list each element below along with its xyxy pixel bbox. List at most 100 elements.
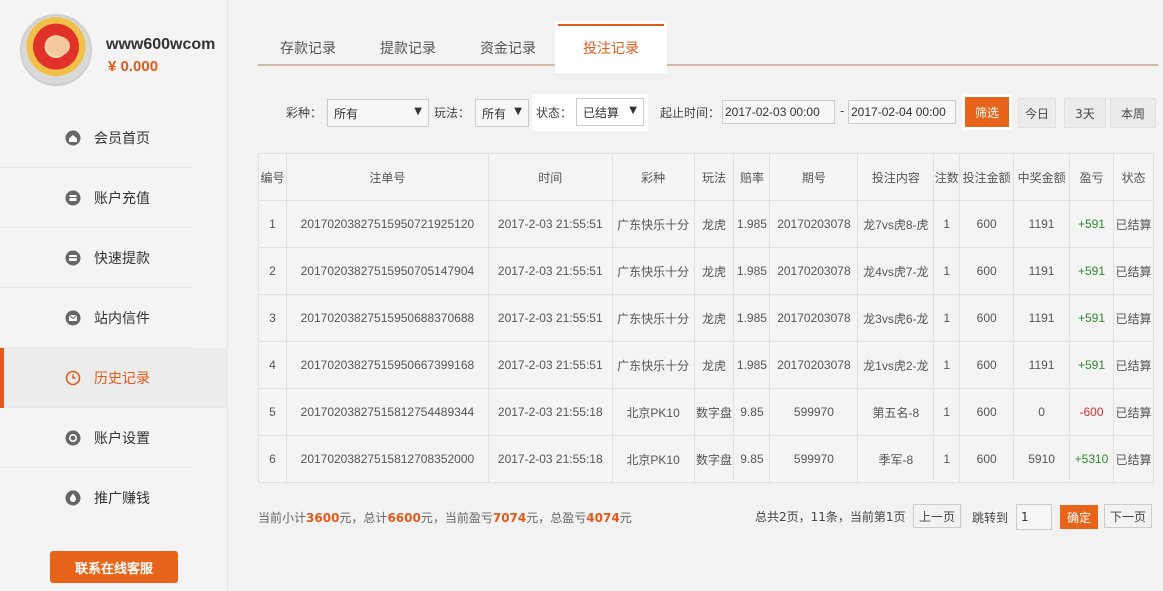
- table-cell: 20170203827515950721925120: [285, 200, 489, 248]
- table-cell: 20170203078: [769, 247, 859, 295]
- table-cell: 1: [933, 435, 961, 483]
- column-header: 期号: [769, 153, 859, 201]
- table-cell: 0: [1013, 388, 1071, 436]
- table-row[interactable]: 3 20170203827515950688370688 2017-2-03 21:…: [258, 294, 1154, 342]
- sidebar-item-history[interactable]: 历史记录: [0, 348, 228, 408]
- table-cell: 20170203078: [769, 294, 859, 342]
- sidebar-item-label: 推广赚钱: [94, 491, 150, 507]
- today-button[interactable]: 今日: [1018, 98, 1056, 128]
- sidebar-item-home[interactable]: 会员首页: [0, 108, 192, 168]
- table-cell: 已结算: [1113, 294, 1154, 342]
- confirm-jump-button[interactable]: 确定: [1060, 505, 1098, 529]
- table-cell: 2: [258, 247, 287, 295]
- table-cell: 600: [959, 435, 1015, 483]
- page-number-input[interactable]: 1: [1016, 504, 1052, 530]
- table-cell: 1.985: [733, 247, 771, 295]
- table-cell: 龙虎: [693, 200, 735, 248]
- end-time-input[interactable]: 2017-02-04 00:00: [848, 100, 956, 124]
- play-select[interactable]: 所有 ▼: [475, 99, 529, 127]
- start-time-input[interactable]: 2017-02-03 00:00: [722, 100, 835, 124]
- column-header: 状态: [1113, 153, 1154, 201]
- gear-icon: [64, 429, 82, 447]
- lottery-select[interactable]: 所有 ▼: [327, 99, 429, 127]
- status-select[interactable]: 已结算 ▼: [576, 98, 644, 126]
- table-cell: 600: [959, 388, 1015, 436]
- table-cell: 龙虎: [693, 294, 735, 342]
- clock-icon: [64, 369, 82, 387]
- this-week-button[interactable]: 本周: [1110, 98, 1156, 128]
- money-icon: [64, 489, 82, 507]
- table-cell: 3: [258, 294, 287, 342]
- table-cell: 季军-8: [857, 435, 935, 483]
- summary-text: 元，总计: [339, 511, 388, 525]
- sidebar-item-promote[interactable]: 推广赚钱: [0, 468, 192, 528]
- table-cell: 已结算: [1113, 341, 1154, 389]
- column-header: 玩法: [693, 153, 735, 201]
- chevron-down-icon: ▼: [514, 106, 522, 117]
- avatar: [20, 14, 92, 86]
- deposit-icon: [64, 189, 82, 207]
- table-cell: 5910: [1013, 435, 1071, 483]
- chevron-down-icon: ▼: [414, 106, 422, 117]
- table-cell: 已结算: [1113, 388, 1154, 436]
- jump-label: 跳转到: [972, 511, 1009, 525]
- filter-button[interactable]: 筛选: [965, 97, 1009, 127]
- column-header: 投注金额: [959, 153, 1015, 201]
- column-header: 编号: [258, 153, 287, 201]
- table-cell: 20170203827515812708352000: [285, 435, 489, 483]
- column-header: 时间: [487, 153, 613, 201]
- table-cell: 600: [959, 247, 1015, 295]
- contact-support-button[interactable]: 联系在线客服: [50, 551, 178, 583]
- table-cell: 4: [258, 341, 287, 389]
- column-header: 中奖金额: [1013, 153, 1071, 201]
- sidebar-item-label: 会员首页: [94, 130, 150, 147]
- table-cell: 1191: [1013, 341, 1071, 389]
- sidebar-item-settings[interactable]: 账户设置: [0, 408, 192, 468]
- table-cell: -600: [1069, 388, 1114, 436]
- table-row[interactable]: 5 20170203827515812754489344 2017-2-03 21:…: [258, 388, 1154, 436]
- time-range-label: 起止时间：: [660, 106, 721, 120]
- table-cell: 龙4vs虎7-龙: [857, 247, 935, 295]
- table-cell: 广东快乐十分: [611, 247, 695, 295]
- table-cell: 9.85: [733, 388, 771, 436]
- prev-page-button[interactable]: 上一页: [913, 504, 961, 528]
- table-header-row: 编号 注单号 时间 彩种 玩法 赔率 期号 投注内容 注数 投注金额 中奖金额 盈亏 状态: [258, 153, 1154, 201]
- table-cell: 龙虎: [693, 247, 735, 295]
- table-cell: 600: [959, 341, 1015, 389]
- next-page-button[interactable]: 下一页: [1104, 504, 1152, 528]
- table-cell: +591: [1069, 247, 1114, 295]
- tab-fund-records[interactable]: 资金记录: [480, 38, 536, 58]
- table-cell: 20170203827515950705147904: [285, 247, 489, 295]
- table-row[interactable]: 4 20170203827515950667399168 2017-2-03 21:…: [258, 341, 1154, 389]
- sidebar-menu: 会员首页 账户充值 快速提款 站内信件 历史记录 账户设置 推广赚钱: [0, 108, 228, 528]
- table-cell: 9.85: [733, 435, 771, 483]
- table-row[interactable]: 2 20170203827515950705147904 2017-2-03 21:…: [258, 247, 1154, 295]
- table-cell: 600: [959, 200, 1015, 248]
- table-cell: 数字盘: [693, 388, 735, 436]
- table-cell: +591: [1069, 341, 1114, 389]
- tab-bet-records[interactable]: 投注记录: [558, 24, 664, 70]
- tab-withdraw-records[interactable]: 提款记录: [380, 38, 436, 58]
- table-row[interactable]: 1 20170203827515950721925120 2017-2-03 21:…: [258, 200, 1154, 248]
- table-row[interactable]: 6 20170203827515812708352000 2017-2-03 21:…: [258, 435, 1154, 483]
- summary-text: 当前小计: [258, 511, 307, 525]
- total-value: 6600: [387, 511, 421, 525]
- bet-summary: 当前小计3600元，总计6600元，当前盈亏7074元，总盈亏4074元: [258, 509, 632, 526]
- current-pl-value: 7074: [492, 511, 527, 525]
- tab-deposit-records[interactable]: 存款记录: [280, 38, 336, 58]
- table-cell: 1191: [1013, 247, 1071, 295]
- table-cell: 已结算: [1113, 247, 1154, 295]
- sidebar-item-label: 快速提款: [94, 250, 150, 267]
- table-cell: 1.985: [733, 294, 771, 342]
- table-body: 1 20170203827515950721925120 2017-2-03 21:…: [258, 200, 1154, 483]
- pager-info: 总共2页，11条，当前第1页: [755, 510, 906, 524]
- sidebar-item-mail[interactable]: 站内信件: [0, 288, 192, 348]
- three-days-button[interactable]: 3天: [1064, 98, 1106, 128]
- sidebar-item-withdraw[interactable]: 快速提款: [0, 228, 192, 288]
- table-cell: 2017-2-03 21:55:51: [487, 247, 613, 295]
- column-header: 盈亏: [1069, 153, 1114, 201]
- sidebar-item-deposit[interactable]: 账户充值: [0, 168, 192, 228]
- summary-text: 元，当前盈亏: [420, 511, 493, 525]
- table-cell: 1: [933, 388, 961, 436]
- mail-icon: [64, 309, 82, 327]
